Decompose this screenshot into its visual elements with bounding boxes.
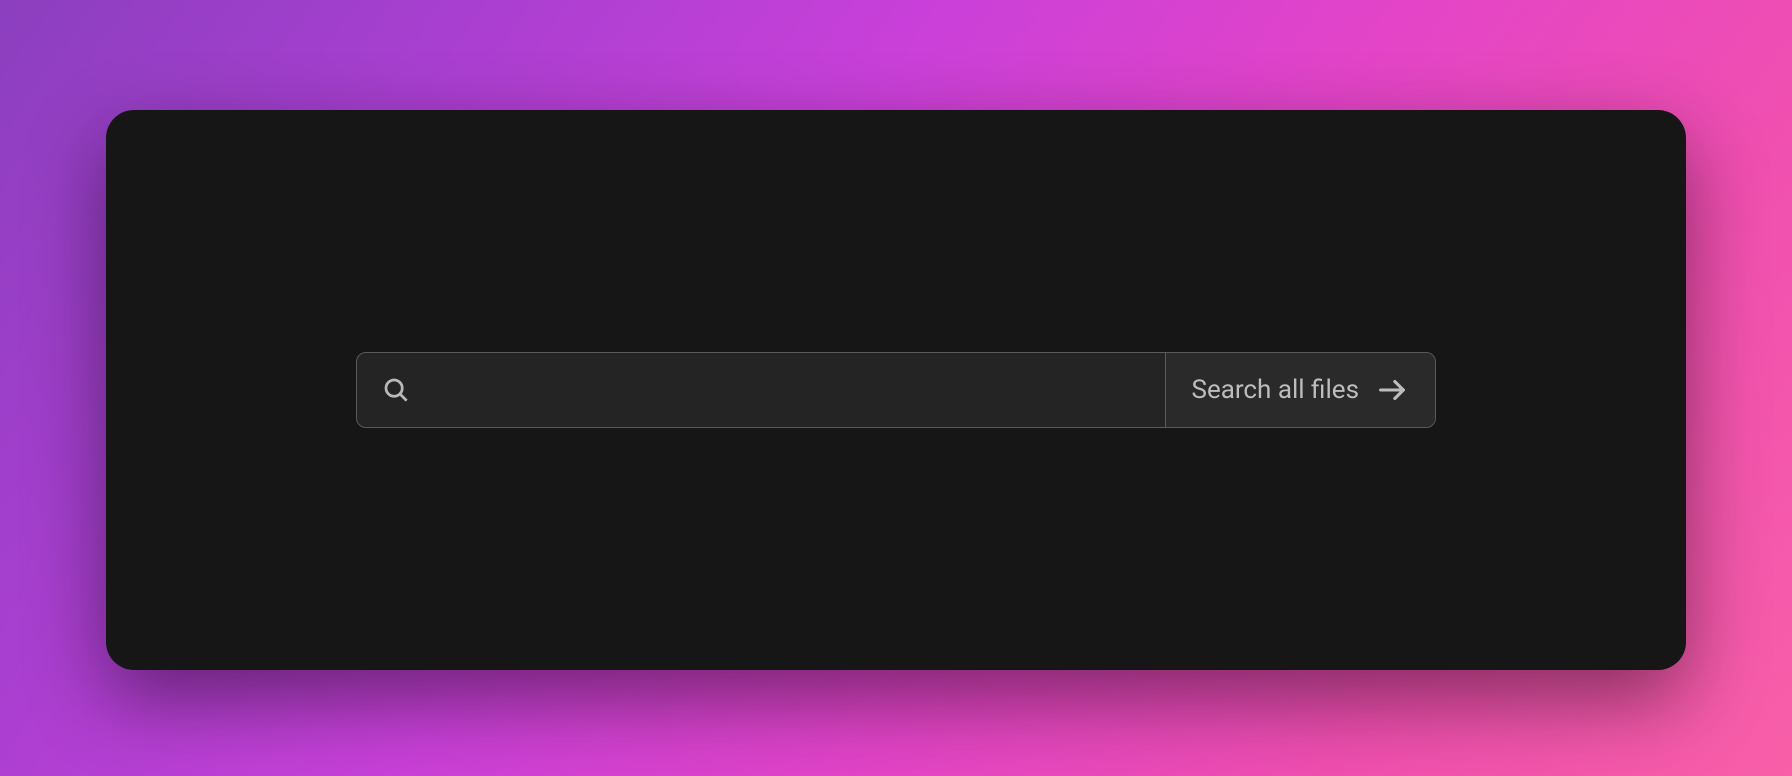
search-icon (381, 375, 411, 405)
arrow-right-icon (1375, 373, 1409, 407)
search-panel: Search all files (106, 110, 1686, 670)
search-group: Search all files (356, 352, 1436, 428)
search-button-label: Search all files (1192, 375, 1360, 405)
search-input[interactable] (427, 353, 1165, 427)
search-input-wrapper[interactable] (357, 353, 1165, 427)
search-all-files-button[interactable]: Search all files (1165, 353, 1436, 427)
